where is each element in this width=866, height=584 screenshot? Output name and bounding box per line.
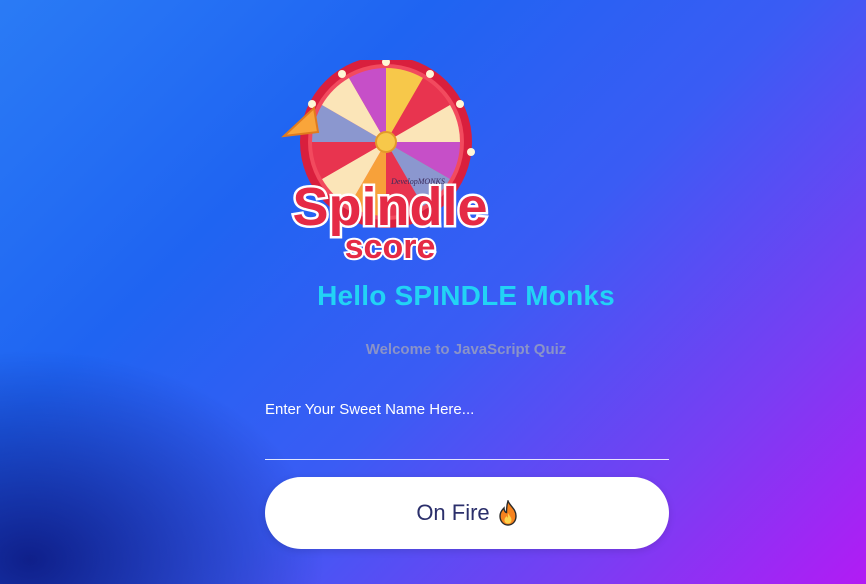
greeting-heading: Hello SPINDLE Monks [317,280,615,311]
fire-icon [498,500,518,526]
on-fire-button[interactable]: On Fire [265,477,669,549]
on-fire-button-label: On Fire [416,500,490,525]
logo-brand-mark: DevelopMONKS [390,177,445,186]
spindle-score-logo: Spindle score DevelopMONKS [268,60,512,270]
quiz-subtitle: Welcome to JavaScript Quiz [365,341,567,358]
name-input[interactable] [265,400,669,460]
logo-word-score: score [345,228,436,266]
